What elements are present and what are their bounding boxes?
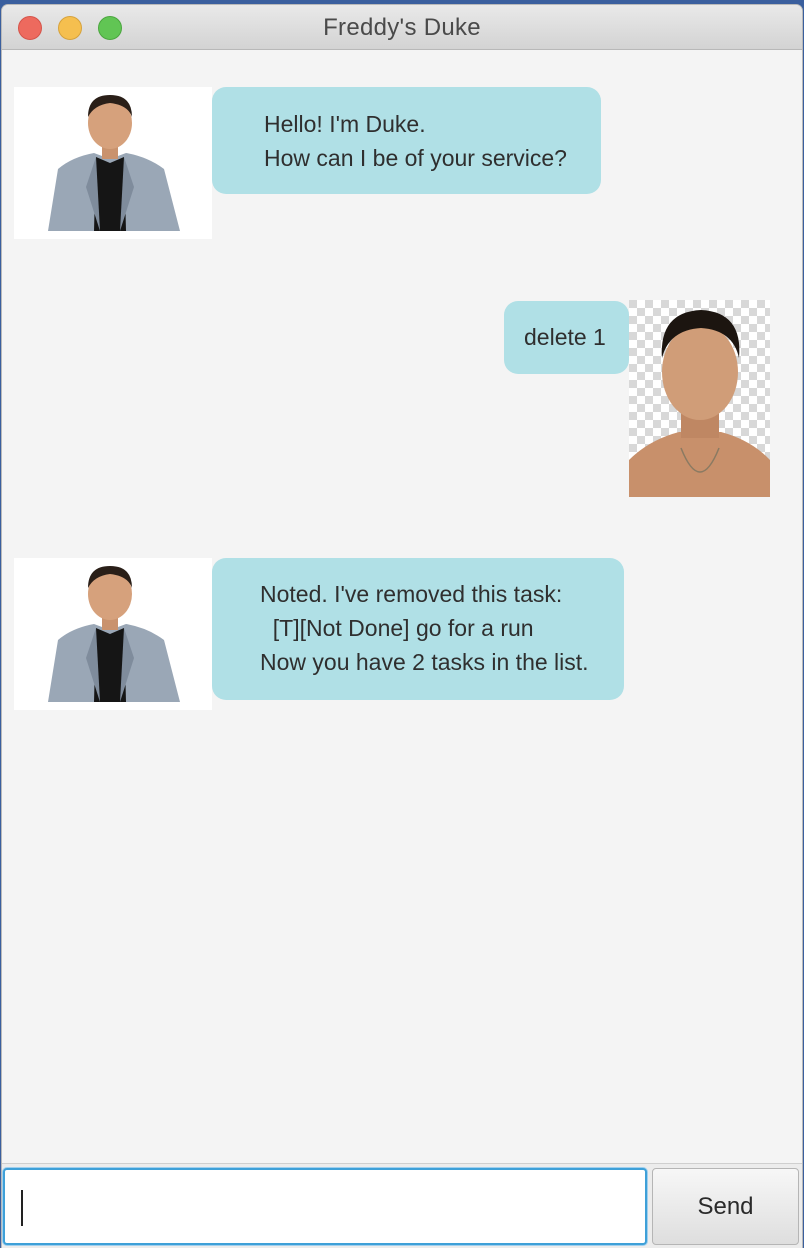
duke-message-bubble: Hello! I'm Duke. How can I be of your se… [212, 87, 601, 194]
duke-avatar-icon [14, 558, 212, 710]
duke-message-bubble: Noted. I've removed this task: [T][Not D… [212, 558, 624, 700]
title-bar: Freddy's Duke [2, 5, 802, 50]
message-line: How can I be of your service? [264, 145, 567, 171]
message-line: Hello! I'm Duke. [264, 111, 426, 137]
dialog-container[interactable]: Hello! I'm Duke. How can I be of your se… [2, 50, 802, 1163]
text-caret [21, 1190, 23, 1226]
user-avatar-icon [629, 300, 770, 497]
user-message-bubble: delete 1 [504, 301, 629, 374]
user-input-field[interactable] [3, 1168, 647, 1245]
duke-avatar-icon [14, 87, 212, 239]
message-line: [T][Not Done] go for a run [260, 615, 534, 641]
app-window: Freddy's Duke Hello! I'm Duke. How can I… [2, 5, 802, 1248]
message-line: Noted. I've removed this task: [260, 581, 563, 607]
input-bar: Send [2, 1163, 802, 1248]
send-button[interactable]: Send [652, 1168, 799, 1245]
window-title: Freddy's Duke [323, 14, 481, 41]
message-line: Now you have 2 tasks in the list. [260, 649, 589, 675]
message-line: delete 1 [524, 324, 606, 350]
